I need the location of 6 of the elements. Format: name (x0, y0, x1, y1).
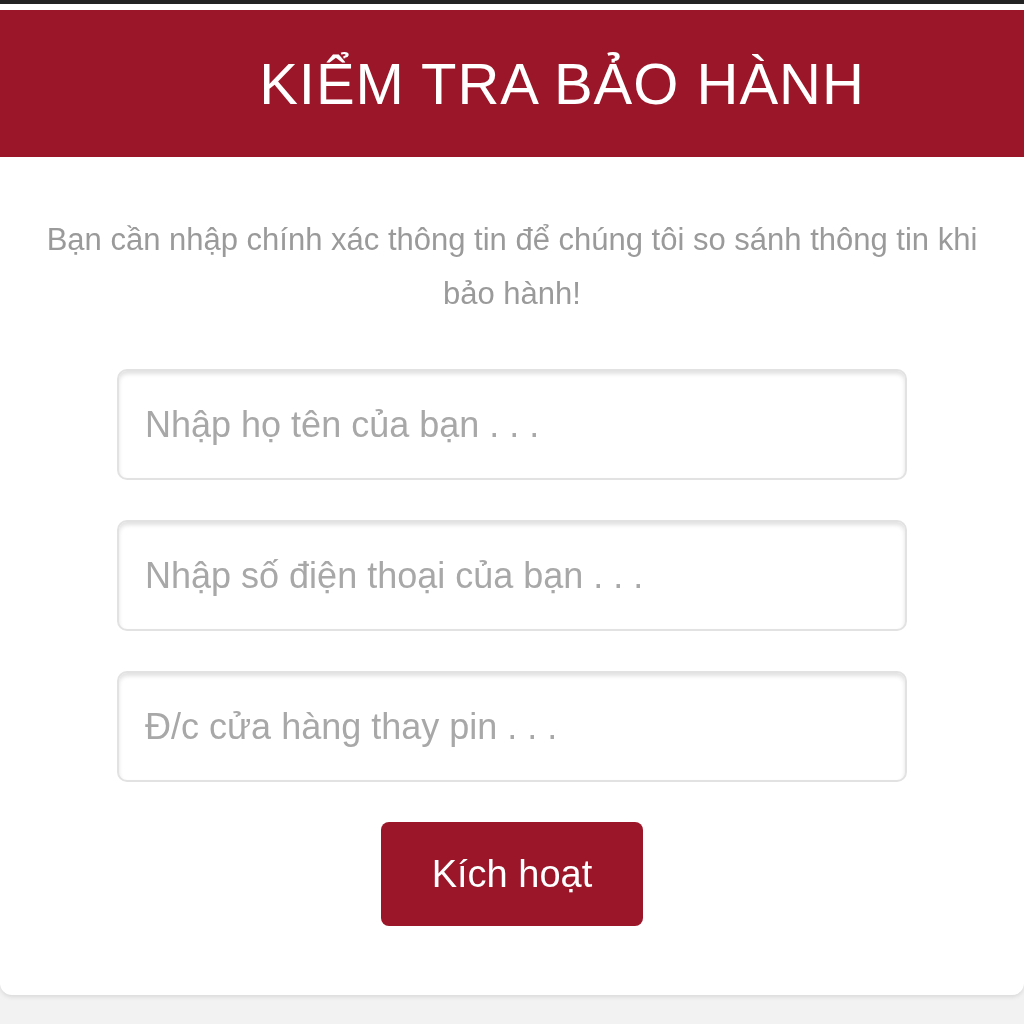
intro-text: Bạn cần nhập chính xác thông tin để chúng tôi so sánh thông tin khi bảo hành! (45, 221, 979, 313)
input-field[interactable]: Nhập số điện thoại của bạn . . . (117, 520, 907, 631)
input-field[interactable]: Đ/c cửa hàng thay pin . . . (117, 671, 907, 782)
activate-button[interactable]: Kích hoạt (381, 822, 643, 926)
input-field[interactable]: Nhập họ tên của bạn . . . (117, 369, 907, 480)
page-title: KIỂM TRA BẢO HÀNH (259, 50, 865, 118)
